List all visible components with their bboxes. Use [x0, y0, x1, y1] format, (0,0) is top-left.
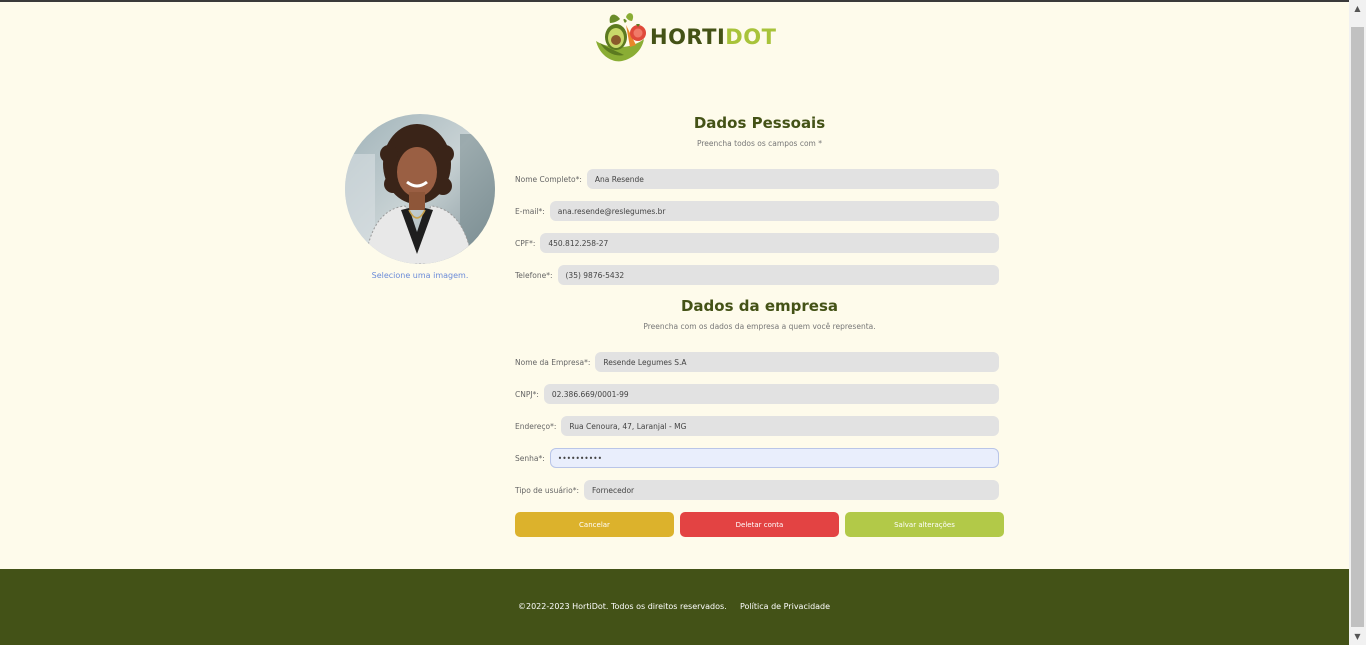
phone-label: Telefone*: — [515, 270, 553, 280]
cnpj-input[interactable]: 02.386.669/0001-99 — [543, 384, 999, 404]
password-input[interactable]: •••••••••• — [549, 448, 999, 468]
phone-input[interactable]: (35) 9876-5432 — [557, 265, 999, 285]
email-label: E-mail*: — [515, 206, 545, 216]
address-row: Endereço*: Rua Cenoura, 47, Laranjal - M… — [515, 416, 999, 436]
personal-data-title: Dados Pessoais — [693, 114, 826, 132]
scroll-up-arrow-icon[interactable]: ▲ — [1349, 0, 1366, 17]
cancel-button[interactable]: Cancelar — [515, 512, 674, 537]
delete-account-button[interactable]: Deletar conta — [680, 512, 839, 537]
address-input[interactable]: Rua Cenoura, 47, Laranjal - MG — [561, 416, 999, 436]
company-name-label: Nome da Empresa*: — [515, 357, 591, 367]
scroll-down-arrow-icon[interactable]: ▼ — [1349, 628, 1366, 645]
cpf-input[interactable]: 450.812.258-27 — [540, 233, 999, 253]
email-row: E-mail*: ana.resende@reslegumes.br — [515, 201, 999, 221]
cpf-row: CPF*: 450.812.258-27 — [515, 233, 999, 253]
company-name-input[interactable]: Resende Legumes S.A — [595, 352, 999, 372]
personal-data-subtitle: Preencha todos os campos com * — [696, 139, 823, 148]
hortidot-logo[interactable]: HORTIDOT — [592, 11, 776, 63]
cpf-label: CPF*: — [515, 238, 536, 248]
password-row: Senha*: •••••••••• — [515, 448, 999, 468]
privacy-policy-link[interactable]: Política de Privacidade — [740, 602, 830, 611]
phone-row: Telefone*: (35) 9876-5432 — [515, 265, 999, 285]
cnpj-row: CNPJ*: 02.386.669/0001-99 — [515, 384, 999, 404]
company-data-subtitle: Preencha com os dados da empresa a quem … — [643, 322, 876, 331]
select-image-link[interactable]: Selecione uma imagem. — [345, 271, 495, 280]
user-type-row: Tipo de usuário*: Fornecedor — [515, 480, 999, 500]
company-data-title: Dados da empresa — [680, 297, 838, 315]
profile-photo — [345, 114, 495, 264]
email-input[interactable]: ana.resende@reslegumes.br — [549, 201, 999, 221]
page: HORTIDOT Selecione uma imagem. Dados Pes… — [0, 0, 1349, 645]
save-changes-button[interactable]: Salvar alterações — [845, 512, 1004, 537]
cnpj-label: CNPJ*: — [515, 389, 539, 399]
scrollbar-thumb[interactable] — [1351, 27, 1364, 627]
address-label: Endereço*: — [515, 421, 557, 431]
password-label: Senha*: — [515, 453, 545, 463]
vegetables-logo-icon — [596, 13, 646, 62]
company-name-row: Nome da Empresa*: Resende Legumes S.A — [515, 352, 999, 372]
full-name-row: Nome Completo*: Ana Resende — [515, 169, 999, 189]
brand-name: HORTIDOT — [650, 25, 777, 49]
full-name-input[interactable]: Ana Resende — [586, 169, 999, 189]
full-name-label: Nome Completo*: — [515, 174, 582, 184]
user-type-input[interactable]: Fornecedor — [583, 480, 999, 500]
footer: ©2022-2023 HortiDot. Todos os direitos r… — [0, 569, 1349, 645]
vertical-scrollbar[interactable]: ▲ ▼ — [1349, 0, 1366, 645]
profile-avatar[interactable] — [345, 114, 495, 264]
footer-copyright: ©2022-2023 HortiDot. Todos os direitos r… — [518, 602, 727, 611]
user-type-label: Tipo de usuário*: — [515, 485, 579, 495]
